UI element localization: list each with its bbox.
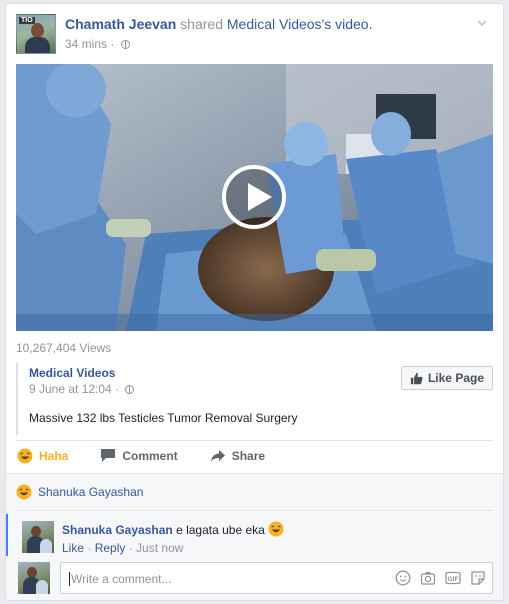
svg-text:GIF: GIF (448, 576, 459, 583)
comment-time[interactable]: Just now (136, 541, 183, 555)
share-button[interactable]: Share (210, 449, 265, 463)
source-suffix: 's video. (321, 16, 373, 32)
haha-emoji-icon (17, 448, 33, 463)
haha-emoji-icon (16, 484, 32, 500)
commenter-avatar[interactable] (22, 521, 54, 553)
shared-description: Massive 132 lbs Testicles Tumor Removal … (29, 411, 298, 425)
comment-item: Shanuka Gayashan e lagata ube eka Like ·… (6, 514, 503, 556)
haha-reaction-button[interactable]: Haha (17, 448, 68, 464)
emoji-picker-icon[interactable] (395, 570, 411, 586)
play-button[interactable] (222, 165, 286, 229)
camera-icon[interactable] (420, 570, 436, 586)
share-arrow-icon (210, 449, 225, 462)
author-name-link[interactable]: Chamath Jeevan (65, 16, 176, 32)
share-label: Share (231, 448, 266, 463)
post-meta: 34 mins · (65, 36, 130, 52)
story-title: Chamath Jeevan shared Medical Videos's v… (65, 15, 372, 33)
comment-placeholder: Write a comment... (69, 572, 172, 586)
haha-label: Haha (39, 448, 69, 463)
comment-reply-link[interactable]: Reply (95, 541, 126, 555)
comment-like-link[interactable]: Like (62, 541, 84, 555)
globe-icon (125, 385, 135, 394)
story-header: TIO Chamath Jeevan shared Medical Videos… (16, 14, 493, 54)
view-count: 10,267,404 Views (16, 341, 112, 355)
reactions-summary[interactable]: Shanuka Gayashan (16, 474, 493, 511)
viewer-avatar (18, 562, 50, 594)
gif-icon[interactable]: GIF (445, 570, 461, 586)
author-avatar[interactable]: TIO (16, 14, 56, 54)
source-page-link[interactable]: Medical Videos (227, 16, 322, 32)
chevron-down-icon[interactable] (475, 16, 489, 30)
thumbs-up-icon (410, 372, 423, 384)
avatar-tag: TIO (19, 17, 35, 24)
shared-time: 9 June at 12:04 · (29, 382, 135, 396)
comment-meta: Like · Reply · Just now (62, 541, 184, 555)
globe-icon (120, 40, 130, 49)
feed-story: TIO Chamath Jeevan shared Medical Videos… (5, 3, 504, 601)
action-bar: Haha Comment Share (16, 440, 493, 470)
reactor-name[interactable]: Shanuka Gayashan (38, 485, 143, 499)
comment-input[interactable]: Write a comment... GIF (60, 562, 493, 594)
comment-author-link[interactable]: Shanuka Gayashan (62, 523, 173, 537)
comments-section: Shanuka Gayashan Shanuka Gayashan e laga… (6, 473, 503, 600)
shared-page-name[interactable]: Medical Videos (29, 366, 115, 380)
comment-composer: Write a comment... GIF (16, 562, 493, 596)
shared-word: shared (180, 16, 223, 32)
comment-body: Shanuka Gayashan e lagata ube eka (62, 521, 284, 538)
video-player[interactable] (16, 64, 493, 331)
post-time[interactable]: 34 mins (65, 37, 107, 51)
comment-button[interactable]: Comment (100, 448, 178, 463)
comment-text: e lagata ube eka (176, 523, 265, 537)
shared-attachment: Medical Videos 9 June at 12:04 · Like Pa… (16, 363, 493, 435)
composer-icons: GIF (395, 570, 486, 586)
comment-icon (101, 449, 116, 462)
sticker-icon[interactable] (470, 570, 486, 586)
laughing-emoji-icon (268, 521, 284, 537)
comment-label: Comment (122, 448, 178, 463)
like-page-button[interactable]: Like Page (400, 366, 493, 390)
shared-timestamp[interactable]: 9 June at 12:04 (29, 382, 112, 396)
like-page-label: Like Page (427, 371, 484, 385)
